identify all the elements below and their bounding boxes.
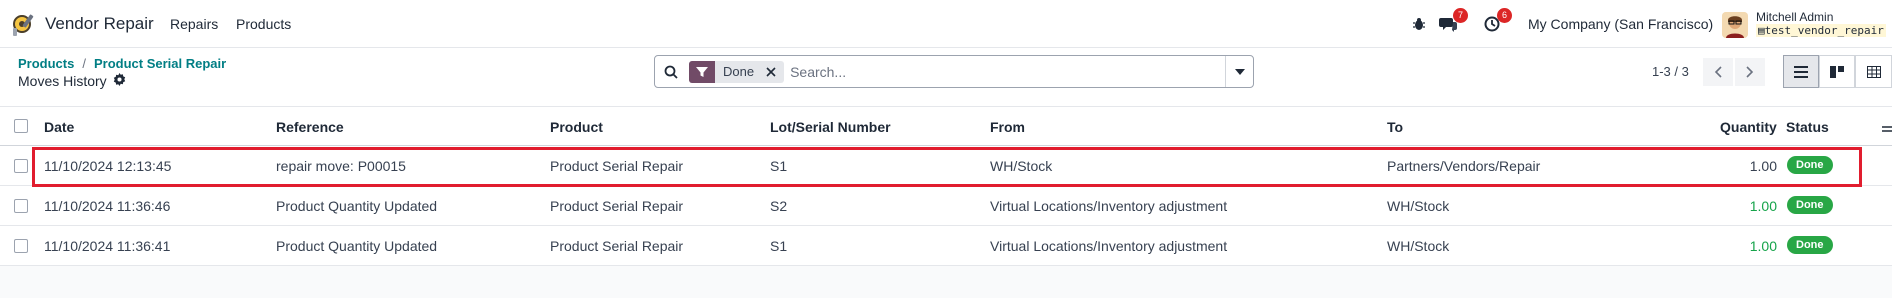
cell-lot: S1 [770, 158, 788, 174]
cell-to: WH/Stock [1387, 198, 1450, 214]
column-header-product[interactable]: Product [550, 119, 603, 135]
gear-icon[interactable] [113, 73, 126, 89]
column-header-date[interactable]: Date [44, 119, 74, 135]
menu-repairs[interactable]: Repairs [170, 16, 218, 32]
table-row[interactable]: 11/10/2024 11:36:41 Product Quantity Upd… [0, 226, 1892, 266]
clock-badge: 6 [1497, 8, 1512, 23]
cell-lot: S2 [770, 198, 788, 214]
pivot-view-icon[interactable] [1855, 55, 1892, 88]
breadcrumb: Products / Product Serial Repair [18, 56, 226, 71]
column-header-from[interactable]: From [990, 119, 1025, 135]
column-header-status[interactable]: Status [1786, 119, 1829, 135]
column-header-reference[interactable]: Reference [276, 119, 344, 135]
search-input[interactable] [784, 63, 1225, 80]
cell-date: 11/10/2024 11:36:41 [44, 238, 171, 254]
clock-icon[interactable]: 6 [1482, 8, 1512, 34]
list-view-icon[interactable] [1783, 55, 1819, 88]
avatar[interactable] [1722, 12, 1748, 38]
column-header-quantity[interactable]: Quantity [1720, 119, 1777, 135]
row-checkbox[interactable] [14, 199, 28, 213]
table-row[interactable]: 11/10/2024 11:36:46 Product Quantity Upd… [0, 186, 1892, 226]
user-name[interactable]: Mitchell Admin [1756, 10, 1833, 24]
cell-to: Partners/Vendors/Repair [1387, 158, 1541, 174]
breadcrumb-product-serial-repair[interactable]: Product Serial Repair [94, 56, 226, 71]
list-footer-area [0, 266, 1892, 298]
pager-value[interactable]: 1-3 / 3 [1652, 64, 1689, 79]
menu-products[interactable]: Products [236, 16, 291, 32]
cell-reference: repair move: P00015 [276, 158, 406, 174]
app-name[interactable]: Vendor Repair [45, 14, 154, 34]
chat-icon[interactable]: 7 [1438, 8, 1468, 34]
cell-product: Product Serial Repair [550, 238, 684, 254]
app-logo-icon[interactable] [10, 10, 38, 38]
status-badge: Done [1787, 196, 1833, 214]
chevron-left-icon[interactable] [1703, 58, 1733, 86]
column-settings-icon[interactable] [1882, 121, 1892, 137]
cell-from: Virtual Locations/Inventory adjustment [990, 198, 1228, 214]
facet-value: Done [723, 64, 755, 79]
filter-facet: Done [689, 60, 785, 83]
chevron-right-icon[interactable] [1735, 58, 1765, 86]
bug-icon[interactable] [1409, 14, 1429, 34]
select-all-checkbox[interactable] [14, 119, 28, 133]
search-icon[interactable] [655, 56, 687, 87]
filter-icon [689, 60, 715, 83]
cell-from: WH/Stock [990, 158, 1053, 174]
search-bar: Done [654, 55, 1254, 88]
database-name: ▤test_vendor_repair [1756, 24, 1886, 37]
column-header-to[interactable]: To [1387, 119, 1403, 135]
company-switcher[interactable]: My Company (San Francisco) [1528, 16, 1713, 32]
cell-quantity: 1.00 [1749, 238, 1777, 254]
breadcrumb-products[interactable]: Products [18, 56, 74, 71]
column-header-lot[interactable]: Lot/Serial Number [770, 119, 891, 135]
table-header: Date Reference Product Lot/Serial Number… [0, 106, 1892, 146]
cell-reference: Product Quantity Updated [276, 238, 438, 254]
row-checkbox[interactable] [14, 239, 28, 253]
status-badge: Done [1787, 156, 1833, 174]
cell-date: 11/10/2024 12:13:45 [44, 158, 172, 174]
breadcrumb-separator: / [82, 56, 86, 71]
caret-down-icon[interactable] [1225, 56, 1253, 87]
cell-date: 11/10/2024 11:36:46 [44, 198, 171, 214]
database-icon: ▤ [1758, 24, 1765, 37]
page-title-label: Moves History [18, 73, 107, 89]
cell-reference: Product Quantity Updated [276, 198, 438, 214]
database-label: test_vendor_repair [1764, 24, 1884, 37]
cell-lot: S1 [770, 238, 788, 254]
cell-to: WH/Stock [1387, 238, 1450, 254]
cell-product: Product Serial Repair [550, 198, 684, 214]
kanban-view-icon[interactable] [1819, 55, 1855, 88]
page-title: Moves History [18, 73, 126, 89]
status-badge: Done [1787, 236, 1833, 254]
chat-badge: 7 [1453, 8, 1468, 23]
cell-product: Product Serial Repair [550, 158, 684, 174]
cell-from: Virtual Locations/Inventory adjustment [990, 238, 1228, 254]
cell-quantity: 1.00 [1749, 158, 1777, 174]
cell-quantity: 1.00 [1749, 198, 1777, 214]
top-navbar: Vendor Repair Repairs Products 7 6 My Co… [0, 0, 1892, 48]
close-icon[interactable] [762, 66, 780, 77]
row-checkbox[interactable] [14, 159, 28, 173]
table-row[interactable]: 11/10/2024 12:13:45 repair move: P00015 … [0, 146, 1892, 186]
